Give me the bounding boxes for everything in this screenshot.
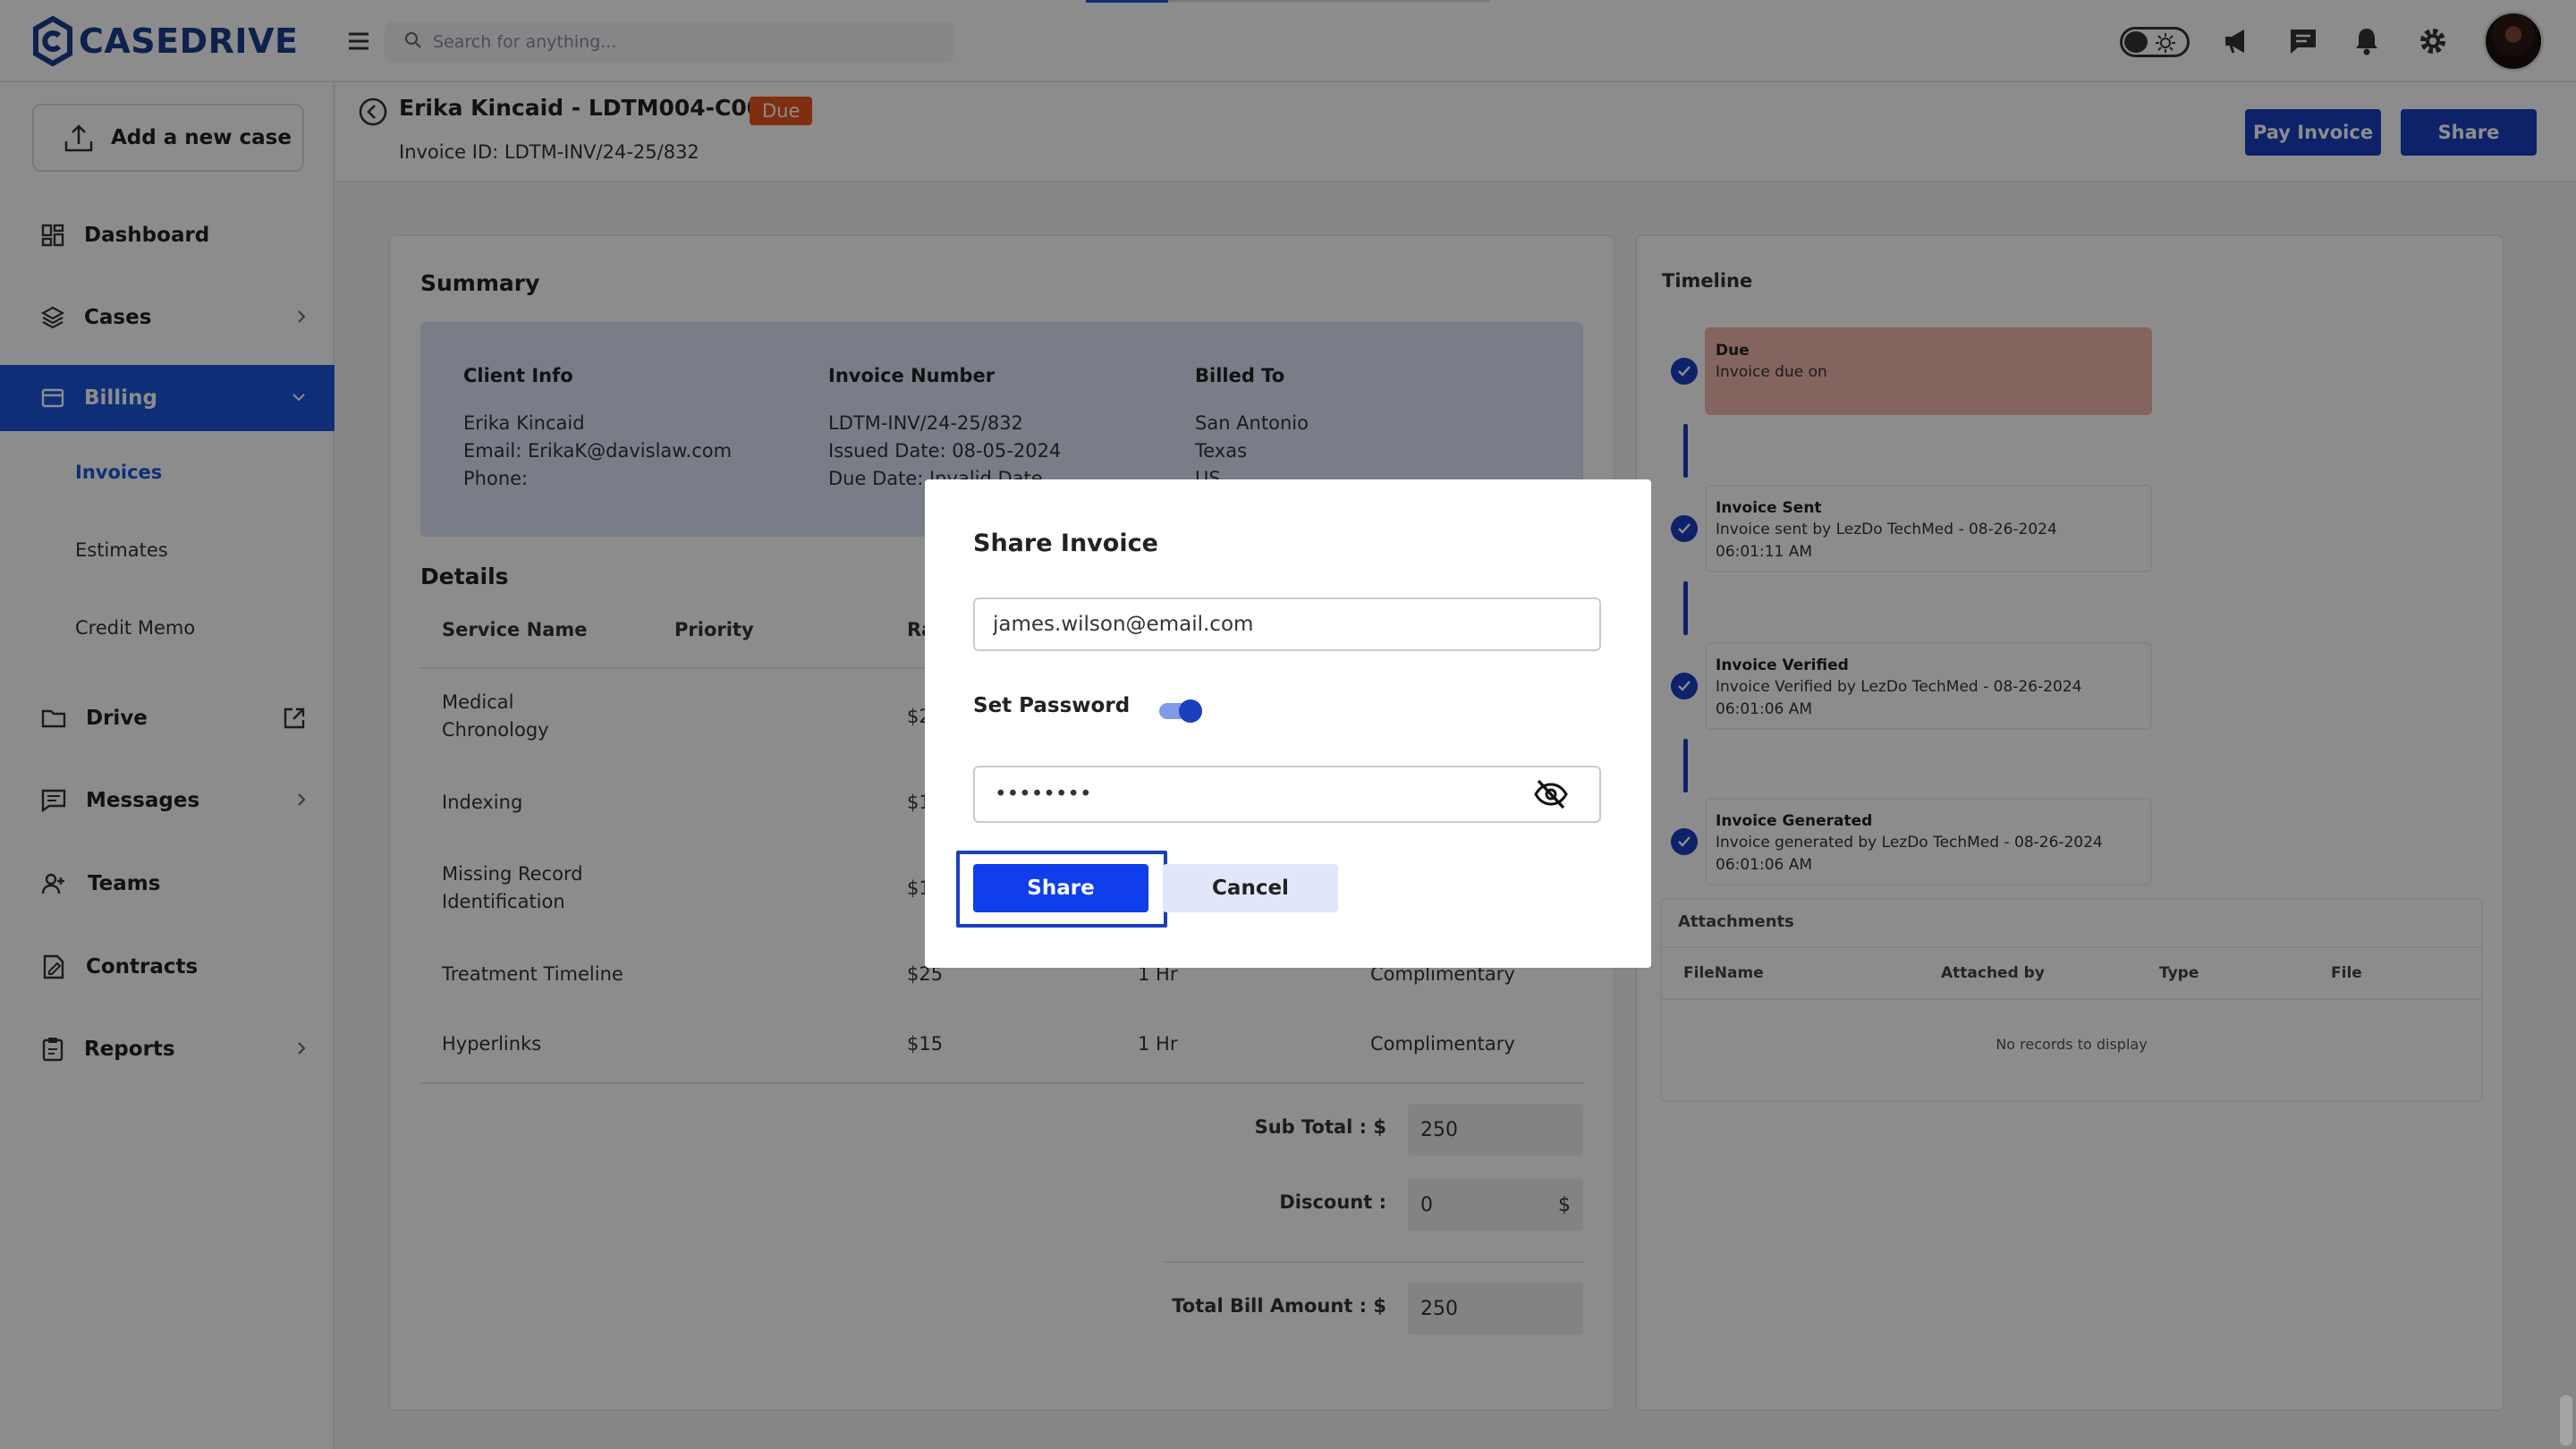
set-password-toggle[interactable] xyxy=(1159,699,1204,723)
modal-title: Share Invoice xyxy=(973,530,1158,557)
password-input[interactable] xyxy=(973,766,1601,823)
modal-share-button[interactable]: Share xyxy=(973,864,1148,912)
set-password-label: Set Password xyxy=(973,694,1131,717)
modal-cancel-button[interactable]: Cancel xyxy=(1163,864,1338,912)
toggle-knob xyxy=(1179,699,1202,723)
eye-off-icon[interactable] xyxy=(1533,778,1569,810)
email-input[interactable] xyxy=(973,597,1601,651)
scrollbar[interactable] xyxy=(2560,1395,2572,1445)
